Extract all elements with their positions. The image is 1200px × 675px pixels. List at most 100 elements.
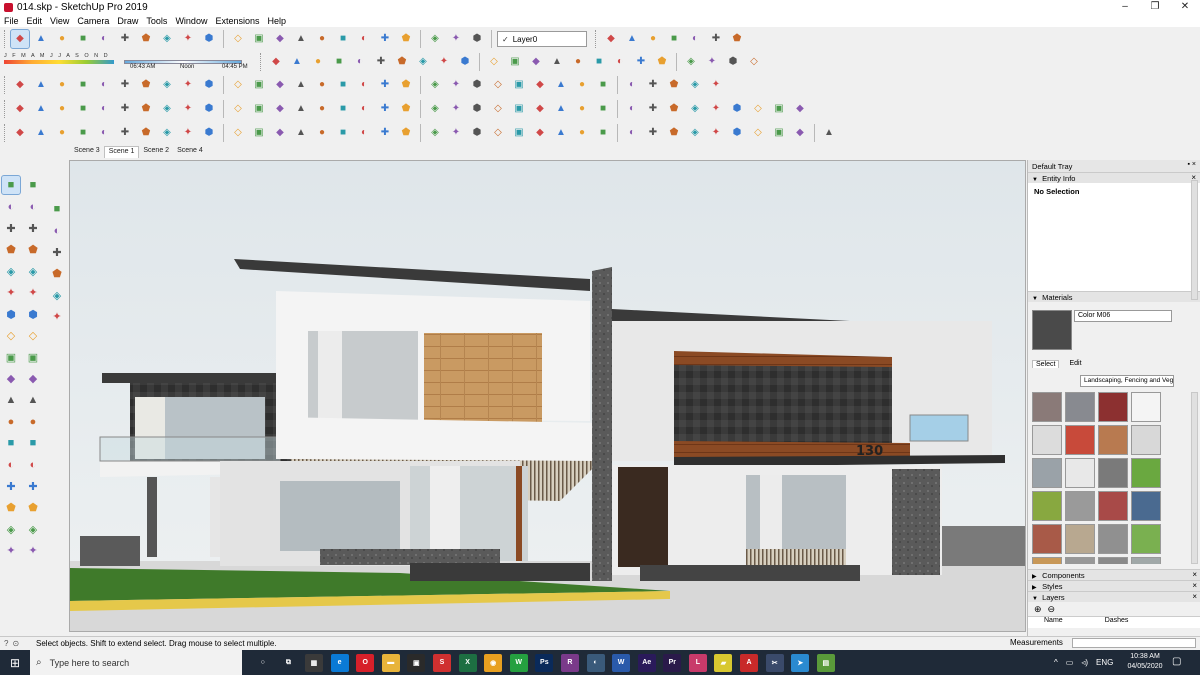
- extrude-icon[interactable]: ◈: [158, 100, 176, 118]
- cut-icon[interactable]: ✚: [372, 53, 390, 71]
- split-line-icon[interactable]: ◐: [95, 100, 113, 118]
- distribute-icon[interactable]: ■: [594, 100, 612, 118]
- sketchup-icon[interactable]: S: [432, 653, 451, 672]
- toolbar-grip[interactable]: [260, 53, 263, 71]
- polygon-icon[interactable]: ●: [569, 53, 587, 71]
- walk-tool-icon[interactable]: ✦: [2, 542, 20, 560]
- task-view-icon[interactable]: ⧉: [279, 653, 298, 672]
- text-icon[interactable]: ▣: [250, 30, 268, 48]
- file-explorer-icon[interactable]: ▬: [381, 653, 400, 672]
- ring-icon[interactable]: ⬟: [397, 76, 415, 94]
- reset-icon[interactable]: ◇: [489, 76, 507, 94]
- shadow-settings[interactable]: J F M A M J J A S O N D 06:43 AM Noon 04…: [4, 52, 252, 72]
- toolbar-grip[interactable]: [4, 100, 7, 118]
- pan-tool-icon[interactable]: ◐: [24, 456, 42, 474]
- pencil-icon[interactable]: ✦: [435, 53, 453, 71]
- 3d-text-tool-icon[interactable]: ■: [24, 434, 42, 452]
- axis-z-icon[interactable]: ⬢: [468, 76, 486, 94]
- section-icon[interactable]: ◇: [749, 100, 767, 118]
- roof-icon[interactable]: ⬟: [397, 100, 415, 118]
- polygon-tool-icon[interactable]: ◈: [24, 262, 42, 280]
- menu-view[interactable]: View: [50, 16, 69, 26]
- language-indicator[interactable]: ENG: [1096, 658, 1113, 667]
- materials-header[interactable]: ▼ Materials ×: [1028, 291, 1200, 302]
- left-view-icon[interactable]: ✚: [707, 30, 725, 48]
- calculator-icon[interactable]: ▦: [304, 653, 323, 672]
- stop-icon[interactable]: ●: [53, 76, 71, 94]
- scene-tab-4[interactable]: Scene 4: [173, 146, 207, 158]
- dimension-icon[interactable]: ⬢: [728, 100, 746, 118]
- tray-controls[interactable]: ▪ ×: [1187, 161, 1196, 168]
- close-button[interactable]: ✕: [1170, 0, 1200, 14]
- lathe-icon[interactable]: ⬢: [200, 100, 218, 118]
- toolbar-grip[interactable]: [4, 76, 7, 94]
- layers-col-dashes[interactable]: Dashes: [1105, 617, 1129, 628]
- truss-icon[interactable]: ⬢: [468, 100, 486, 118]
- extension-warehouse-icon[interactable]: ⬟: [397, 30, 415, 48]
- move-tool-icon[interactable]: ▣: [24, 348, 42, 366]
- star-icon[interactable]: ◈: [682, 53, 700, 71]
- menu-camera[interactable]: Camera: [77, 16, 109, 26]
- play-icon[interactable]: ▲: [32, 76, 50, 94]
- material-name-field[interactable]: Color M06: [1074, 310, 1172, 322]
- acrobat-icon[interactable]: A: [740, 653, 759, 672]
- taper-icon[interactable]: ⬟: [397, 124, 415, 142]
- add-layer-icon[interactable]: ⊕: [1034, 604, 1042, 615]
- plane-icon[interactable]: ▲: [32, 124, 50, 142]
- select-icon[interactable]: ◆: [10, 29, 30, 49]
- component-icon[interactable]: ▣: [510, 76, 528, 94]
- materials-scrollbar[interactable]: [1191, 392, 1198, 564]
- shadow-date-slider[interactable]: [4, 60, 114, 64]
- split-icon[interactable]: ◈: [686, 76, 704, 94]
- axis-x-icon[interactable]: ◈: [426, 76, 444, 94]
- measure-icon[interactable]: ✚: [644, 100, 662, 118]
- rotate-icon[interactable]: ✦: [179, 30, 197, 48]
- house-icon[interactable]: ◈: [48, 286, 66, 304]
- shell-icon[interactable]: ✦: [707, 76, 725, 94]
- material-swatch[interactable]: [1032, 557, 1062, 564]
- valley-icon[interactable]: ◐: [95, 124, 113, 142]
- box-icon[interactable]: ◆: [11, 124, 29, 142]
- tape-measure-icon[interactable]: ◇: [229, 30, 247, 48]
- toolbar-grip[interactable]: [595, 30, 598, 48]
- loft-icon[interactable]: ⬟: [137, 100, 155, 118]
- taskbar-clock[interactable]: 10:38 AM 04/05/2020: [1125, 652, 1165, 672]
- cap-icon[interactable]: ▣: [250, 100, 268, 118]
- node-icon[interactable]: ●: [573, 124, 591, 142]
- winrar-icon[interactable]: R: [560, 653, 579, 672]
- zoom-icon[interactable]: ■: [334, 30, 352, 48]
- network-icon[interactable]: ▭: [1066, 658, 1074, 667]
- material-library-dropdown[interactable]: Landscaping, Fencing and Vegetation: [1080, 375, 1174, 387]
- material-swatch[interactable]: [1065, 557, 1095, 564]
- tray-scrollbar[interactable]: [1191, 180, 1198, 300]
- stamp-icon[interactable]: ◈: [158, 124, 176, 142]
- layers-col-name[interactable]: Name: [1044, 617, 1063, 628]
- material-swatch[interactable]: [1098, 491, 1128, 521]
- menu-file[interactable]: File: [4, 16, 19, 26]
- cube-icon[interactable]: ◐: [95, 76, 113, 94]
- two-point-arc-icon[interactable]: ⬢: [24, 305, 42, 323]
- sandbox-icon[interactable]: ◆: [267, 53, 285, 71]
- scale-icon[interactable]: ⬢: [200, 30, 218, 48]
- share-icon[interactable]: ◆: [791, 100, 809, 118]
- minimize-button[interactable]: –: [1110, 0, 1140, 14]
- edge-icon[interactable]: e: [330, 653, 349, 672]
- group-icon[interactable]: ◆: [531, 76, 549, 94]
- protractor-tool-icon[interactable]: ▲: [24, 391, 42, 409]
- material-preview[interactable]: [1032, 310, 1072, 350]
- layer-dropdown[interactable]: ✓ Layer0: [497, 31, 587, 47]
- material-swatch[interactable]: [1131, 524, 1161, 554]
- union-icon[interactable]: ◐: [623, 76, 641, 94]
- panel-close-icon[interactable]: ×: [1192, 581, 1197, 590]
- make-component-icon[interactable]: ■: [24, 176, 42, 194]
- follow-me-icon[interactable]: ⬟: [137, 30, 155, 48]
- menu-help[interactable]: Help: [267, 16, 286, 26]
- wall-icon[interactable]: ■: [334, 100, 352, 118]
- maximize-button[interactable]: ❐: [1140, 0, 1170, 14]
- material-swatch[interactable]: [1032, 458, 1062, 488]
- layers-header[interactable]: ▼ Layers ×: [1028, 591, 1200, 602]
- spiral-icon[interactable]: ✦: [703, 53, 721, 71]
- rotate3d-icon[interactable]: ■: [334, 124, 352, 142]
- scale-tool-icon[interactable]: ◆: [2, 370, 20, 388]
- bend-icon[interactable]: ✚: [116, 100, 134, 118]
